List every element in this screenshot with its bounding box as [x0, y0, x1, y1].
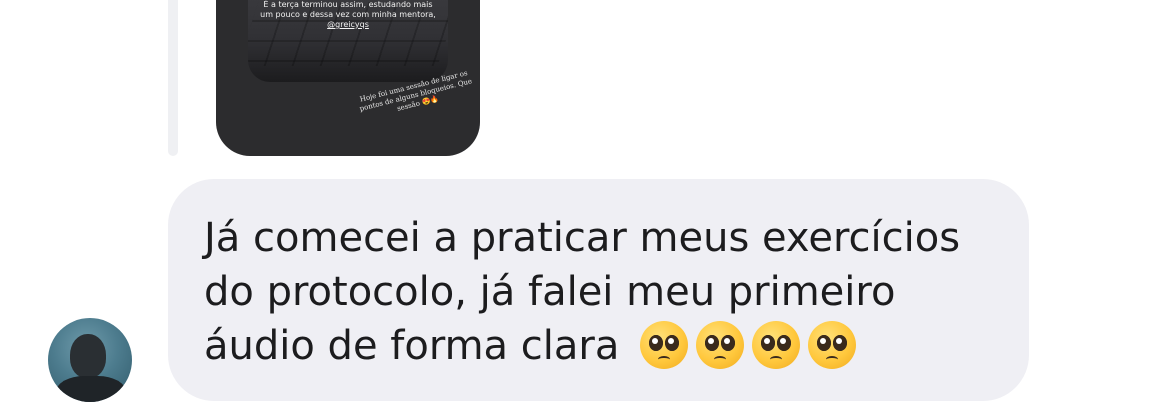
sender-avatar[interactable]	[48, 318, 132, 402]
pleading-face-emoji-1	[640, 321, 689, 369]
story-mention[interactable]: @greicyqs	[327, 20, 369, 29]
story-caption: É a terça terminou assim, estudando mais…	[256, 0, 440, 30]
avatar-head-shape	[70, 334, 106, 378]
pleading-face-emoji-4	[808, 321, 857, 369]
pleading-face-emoji-2	[696, 321, 745, 369]
reply-indicator-bar	[168, 0, 178, 156]
pleading-face-emoji-3	[752, 321, 801, 369]
message-bubble[interactable]: Já comecei a praticar meus exercícios do…	[168, 179, 1029, 401]
story-caption-text: É a terça terminou assim, estudando mais…	[260, 0, 436, 19]
story-reply-preview[interactable]: É a terça terminou assim, estudando mais…	[216, 0, 480, 156]
message-text-container: Já comecei a praticar meus exercícios do…	[204, 211, 1004, 373]
avatar-shoulders-shape	[56, 376, 126, 402]
